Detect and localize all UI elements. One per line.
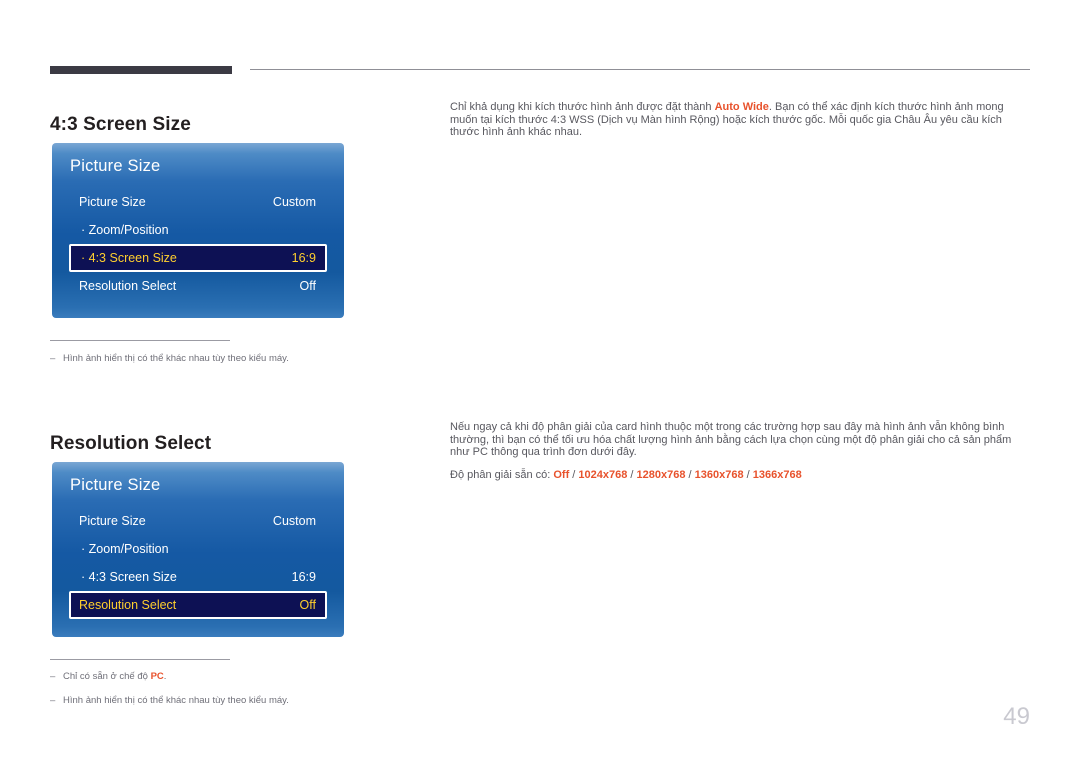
osd-row-picture-size[interactable]: Picture Size Custom xyxy=(69,507,327,535)
osd-picture-size-panel-1: Picture Size Picture Size Custom · Zoom/… xyxy=(52,143,344,318)
note-divider-1 xyxy=(50,340,230,341)
page-title-resolution-select: Resolution Select xyxy=(50,432,212,454)
page-title-43-screen-size: 4:3 Screen Size xyxy=(50,113,191,135)
osd-row-resolution-select[interactable]: Resolution Select Off xyxy=(69,591,327,619)
osd-row-zoom-position[interactable]: · Zoom/Position xyxy=(69,535,327,563)
paragraph-accent-auto-wide: Auto Wide xyxy=(714,101,769,113)
paragraph-text-before: Chỉ khả dụng khi kích thước hình ảnh đượ… xyxy=(450,101,715,113)
osd-panel-title: Picture Size xyxy=(70,476,161,494)
osd-row-value: Off xyxy=(299,598,316,612)
osd-row-value: Off xyxy=(299,279,316,293)
osd-row-value: 16:9 xyxy=(291,570,316,584)
available-resolutions-label: Độ phân giải sẵn có: xyxy=(450,469,554,481)
osd-row-label: Picture Size xyxy=(79,195,146,209)
note-highlight-pc: PC xyxy=(150,671,164,682)
note-item-pc-mode-only: – Chỉ có sẵn ở chế độ PC. xyxy=(50,671,166,682)
paragraph-text: Nếu ngay cả khi độ phân giải của card hì… xyxy=(450,421,1012,459)
resolution-option-1360x768: 1360x768 xyxy=(694,469,744,481)
osd-row-label: Resolution Select xyxy=(79,279,177,293)
resolution-separator: / xyxy=(627,469,637,481)
osd-row-value: 16:9 xyxy=(291,251,316,265)
osd-menu-list: Picture Size Custom · Zoom/Position · 4:… xyxy=(52,507,344,619)
resolution-option-off: Off xyxy=(553,469,570,481)
note-divider-2 xyxy=(50,659,230,660)
osd-row-label: · 4:3 Screen Size xyxy=(81,570,177,584)
resolution-option-1366x768: 1366x768 xyxy=(752,469,802,481)
resolution-separator: / xyxy=(743,469,753,481)
osd-row-value: Custom xyxy=(272,195,316,209)
note-text: Hình ảnh hiển thị có thể khác nhau tùy t… xyxy=(63,695,289,706)
osd-row-label: · Zoom/Position xyxy=(81,542,169,556)
osd-row-43-screen-size[interactable]: · 4:3 Screen Size 16:9 xyxy=(69,244,327,272)
osd-row-label: · 4:3 Screen Size xyxy=(81,251,177,265)
note-text-before: Chỉ có sẵn ở chế độ xyxy=(63,671,151,682)
osd-row-label: · Zoom/Position xyxy=(81,223,169,237)
resolution-option-1024x768: 1024x768 xyxy=(578,469,628,481)
osd-row-label: Resolution Select xyxy=(79,598,177,612)
osd-row-resolution-select[interactable]: Resolution Select Off xyxy=(69,272,327,300)
osd-row-picture-size[interactable]: Picture Size Custom xyxy=(69,188,327,216)
osd-row-value: Custom xyxy=(272,514,316,528)
note-text-after: . xyxy=(163,671,167,682)
header-accent-bar xyxy=(50,66,232,74)
osd-row-label: Picture Size xyxy=(79,514,146,528)
osd-picture-size-panel-2: Picture Size Picture Size Custom · Zoom/… xyxy=(52,462,344,637)
available-resolutions-values: Off / 1024x768 / 1280x768 / 1360x768 / 1… xyxy=(553,469,801,481)
note-item-model-varies-2: – Hình ảnh hiển thị có thể khác nhau tùy … xyxy=(50,695,289,706)
osd-row-43-screen-size[interactable]: · 4:3 Screen Size 16:9 xyxy=(69,563,327,591)
description-paragraph-resolution-select: Nếu ngay cả khi độ phân giải của card hì… xyxy=(450,421,1032,459)
resolution-separator: / xyxy=(685,469,695,481)
note-dash-icon: – xyxy=(50,695,56,706)
osd-menu-list: Picture Size Custom · Zoom/Position · 4:… xyxy=(52,188,344,300)
page-number: 49 xyxy=(1003,703,1030,730)
osd-row-zoom-position[interactable]: · Zoom/Position xyxy=(69,216,327,244)
note-item-model-varies-1: – Hình ảnh hiển thị có thể khác nhau tùy … xyxy=(50,353,289,364)
resolution-option-1280x768: 1280x768 xyxy=(636,469,686,481)
available-resolutions-line: Độ phân giải sẵn có: Off / 1024x768 / 12… xyxy=(450,469,802,482)
description-paragraph-43-screen-size: Chỉ khả dụng khi kích thước hình ảnh đượ… xyxy=(450,101,1032,139)
note-dash-icon: – xyxy=(50,353,56,364)
osd-panel-title: Picture Size xyxy=(70,157,161,175)
note-text: Hình ảnh hiển thị có thể khác nhau tùy t… xyxy=(63,353,289,364)
note-dash-icon: – xyxy=(50,671,56,682)
header-rule xyxy=(250,69,1030,70)
